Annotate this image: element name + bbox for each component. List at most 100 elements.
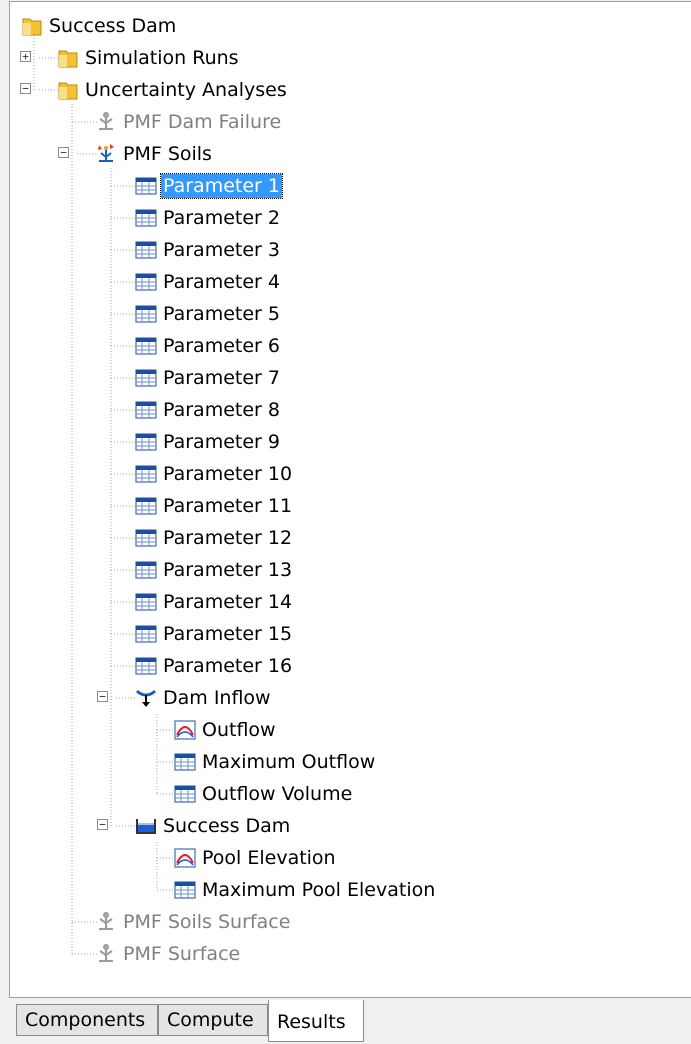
watershed-tree-panel: + − − − − Success Dam Simulation Runs Un… [9, 1, 691, 998]
tree-node-label: Parameter 14 [163, 591, 293, 613]
tab-results[interactable]: Results [268, 1000, 364, 1042]
tree-node-label: Outflow Volume [202, 783, 353, 805]
tree-node-label: Dam Inflow [163, 687, 271, 709]
tree-node-pmf-surface[interactable]: PMF Surface [95, 940, 242, 968]
tree-node-label: Parameter 1 [160, 173, 283, 199]
table-icon [135, 527, 157, 549]
tree-node-label: Simulation Runs [85, 47, 239, 69]
tree-node-maximum-pool-elevation[interactable]: Maximum Pool Elevation [174, 876, 437, 904]
tree-node-label: Success Dam [163, 815, 291, 837]
table-icon [135, 271, 157, 293]
graph-icon [174, 719, 196, 741]
tree-node-success-dam-root[interactable]: Success Dam [21, 12, 178, 40]
tree-node-label: Maximum Outflow [202, 751, 376, 773]
table-icon [135, 495, 157, 517]
tree-node-parameter[interactable]: Parameter 3 [135, 236, 282, 264]
table-icon [135, 559, 157, 581]
collapse-uncertainty-analyses-toggle[interactable]: − [20, 83, 31, 94]
tree-node-maximum-outflow[interactable]: Maximum Outflow [174, 748, 377, 776]
tree-node-pmf-soils-surface[interactable]: PMF Soils Surface [95, 908, 292, 936]
tree-node-parameter[interactable]: Parameter 1 [135, 172, 283, 200]
collapse-pmf-soils-toggle[interactable]: − [58, 147, 69, 158]
tree-node-label: Parameter 16 [163, 655, 293, 677]
tree-node-label: Parameter 6 [163, 335, 280, 357]
tree-node-simulation-runs[interactable]: Simulation Runs [57, 44, 241, 72]
analysis-active-icon [95, 143, 117, 165]
tree-node-pool-elevation[interactable]: Pool Elevation [174, 844, 338, 872]
analysis-icon [95, 943, 117, 965]
analysis-icon [95, 911, 117, 933]
tree-node-outflow[interactable]: Outflow [174, 716, 278, 744]
tree-node-label: Maximum Pool Elevation [202, 879, 436, 901]
collapse-success-dam-toggle[interactable]: − [97, 819, 108, 830]
table-icon [135, 399, 157, 421]
tree-node-label: Parameter 2 [163, 207, 280, 229]
folder-icon [57, 47, 79, 69]
tree-node-pmf-dam-failure[interactable]: PMF Dam Failure [95, 108, 283, 136]
tree-node-label: Uncertainty Analyses [85, 79, 287, 101]
tree-node-parameter[interactable]: Parameter 11 [135, 492, 294, 520]
tree-node-parameter[interactable]: Parameter 13 [135, 556, 294, 584]
tree-node-label: Parameter 12 [163, 527, 293, 549]
tree-node-label: Parameter 9 [163, 431, 280, 453]
table-icon [135, 239, 157, 261]
collapse-dam-inflow-toggle[interactable]: − [97, 691, 108, 702]
tab-bar: Components Compute Results [10, 1000, 691, 1042]
tree-node-parameter[interactable]: Parameter 9 [135, 428, 282, 456]
tree-node-success-dam-reservoir[interactable]: Success Dam [135, 812, 292, 840]
expand-simulation-runs-toggle[interactable]: + [20, 51, 31, 62]
tree-node-parameter[interactable]: Parameter 5 [135, 300, 282, 328]
folder-icon [21, 15, 43, 37]
tree-node-label: Parameter 4 [163, 271, 280, 293]
tree-node-dam-inflow[interactable]: Dam Inflow [135, 684, 273, 712]
tree-node-label: PMF Surface [123, 943, 241, 965]
table-icon [135, 655, 157, 677]
tree-node-label: Parameter 7 [163, 367, 280, 389]
table-icon [135, 623, 157, 645]
tree-node-parameter[interactable]: Parameter 4 [135, 268, 282, 296]
tree-node-label: Parameter 5 [163, 303, 280, 325]
table-icon [135, 367, 157, 389]
tree-node-label: Parameter 15 [163, 623, 293, 645]
tab-compute[interactable]: Compute [158, 1004, 268, 1036]
table-icon [135, 335, 157, 357]
reservoir-icon [135, 815, 157, 837]
tree-node-label: Pool Elevation [202, 847, 336, 869]
tree-node-label: PMF Soils Surface [123, 911, 291, 933]
tree-node-label: Parameter 3 [163, 239, 280, 261]
table-icon [174, 879, 196, 901]
graph-icon [174, 847, 196, 869]
table-icon [135, 463, 157, 485]
tree-node-parameter[interactable]: Parameter 2 [135, 204, 282, 232]
tree-node-label: PMF Soils [123, 143, 212, 165]
tree-node-label: PMF Dam Failure [123, 111, 282, 133]
table-icon [135, 591, 157, 613]
tree-node-label: Parameter 10 [163, 463, 293, 485]
analysis-icon [95, 111, 117, 133]
tree-node-outflow-volume[interactable]: Outflow Volume [174, 780, 354, 808]
tree-node-parameter[interactable]: Parameter 16 [135, 652, 294, 680]
folder-icon [57, 79, 79, 101]
tree-node-parameter[interactable]: Parameter 12 [135, 524, 294, 552]
tree-node-parameter[interactable]: Parameter 7 [135, 364, 282, 392]
tree-node-parameter[interactable]: Parameter 6 [135, 332, 282, 360]
tree-node-parameter[interactable]: Parameter 8 [135, 396, 282, 424]
tree-node-pmf-soils[interactable]: PMF Soils [95, 140, 214, 168]
tree-node-label: Outflow [202, 719, 276, 741]
tree-node-label: Parameter 13 [163, 559, 293, 581]
table-icon [135, 175, 157, 197]
table-icon [135, 207, 157, 229]
tab-components[interactable]: Components [16, 1004, 158, 1036]
junction-icon [135, 687, 157, 709]
tree-node-label: Success Dam [49, 15, 177, 37]
table-icon [135, 431, 157, 453]
tree-node-uncertainty-analyses[interactable]: Uncertainty Analyses [57, 76, 289, 104]
table-icon [174, 751, 196, 773]
tree-node-label: Parameter 8 [163, 399, 280, 421]
tree-node-label: Parameter 11 [163, 495, 293, 517]
tree-node-parameter[interactable]: Parameter 10 [135, 460, 294, 488]
table-icon [135, 303, 157, 325]
table-icon [174, 783, 196, 805]
tree-node-parameter[interactable]: Parameter 15 [135, 620, 294, 648]
tree-node-parameter[interactable]: Parameter 14 [135, 588, 294, 616]
